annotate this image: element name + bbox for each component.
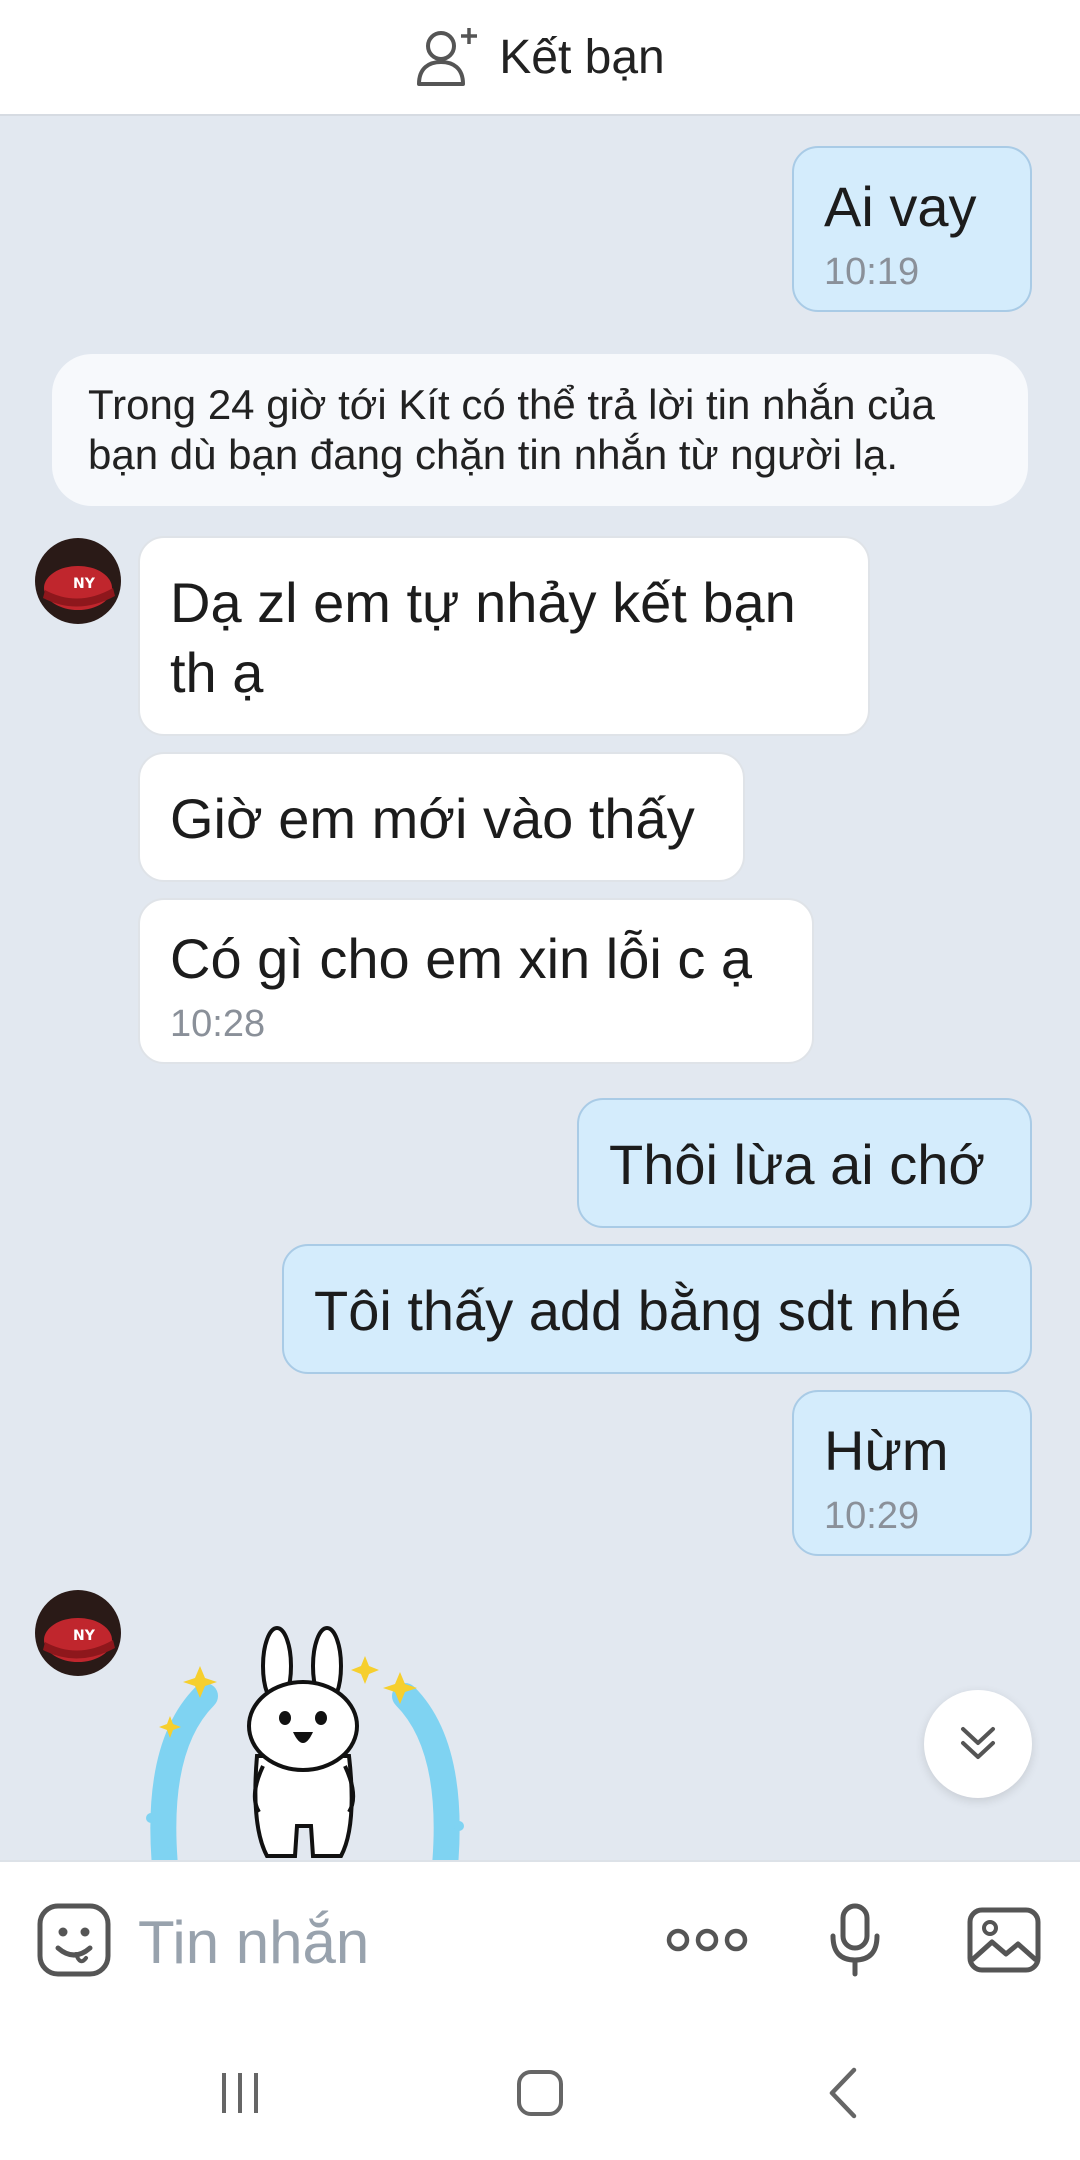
more-options-button[interactable]: [664, 1902, 750, 1982]
message-bubble[interactable]: Ai vay 10:19: [792, 146, 1032, 312]
header-bar: Kết bạn: [0, 0, 1080, 116]
emoji-sticker-button[interactable]: [34, 1902, 114, 1982]
message-text: Giờ em mới vào thấy: [170, 787, 695, 850]
recent-apps-button[interactable]: [200, 2060, 280, 2130]
add-friend-button[interactable]: Kết bạn: [415, 26, 665, 88]
crying-rabbit-sticker[interactable]: [145, 1626, 465, 1860]
svg-text:NY: NY: [73, 576, 96, 592]
message-bubble[interactable]: Thôi lừa ai chớ: [577, 1098, 1032, 1228]
message-bubble[interactable]: Tôi thấy add bằng sdt nhé: [282, 1244, 1032, 1374]
system-navigation-bar: [0, 2020, 1080, 2160]
message-text: Dạ zl em tự nhảy kết bạn th ạ: [170, 571, 796, 704]
home-button[interactable]: [500, 2060, 580, 2130]
message-bubble[interactable]: Giờ em mới vào thấy: [138, 752, 745, 882]
more-options-icon: [666, 1925, 748, 1960]
message-bubble[interactable]: Có gì cho em xin lỗi c ạ 10:28: [138, 898, 814, 1064]
message-time: 10:19: [824, 251, 920, 293]
message-text: Ai vay: [824, 175, 977, 238]
message-composer: Tin nhắn: [0, 1860, 1080, 2020]
emoji-sticker-icon: [36, 1902, 112, 1983]
back-button[interactable]: [804, 2060, 884, 2130]
stranger-notice: Trong 24 giờ tới Kít có thể trả lời tin …: [52, 354, 1028, 506]
add-friend-label: Kết bạn: [499, 30, 665, 84]
message-input[interactable]: Tin nhắn: [138, 1908, 369, 1978]
microphone-button[interactable]: [815, 1902, 895, 1982]
message-text: Tôi thấy add bằng sdt nhé: [314, 1279, 962, 1342]
add-person-icon: [415, 26, 481, 88]
image-gallery-button[interactable]: [964, 1902, 1044, 1982]
avatar[interactable]: NY: [35, 538, 121, 624]
double-chevron-down-icon: [955, 1719, 1001, 1770]
image-gallery-icon: [966, 1906, 1042, 1979]
message-text: Thôi lừa ai chớ: [609, 1133, 986, 1196]
message-bubble[interactable]: Hừm 10:29: [792, 1390, 1032, 1556]
svg-text:NY: NY: [73, 1628, 96, 1644]
recent-apps-icon: [216, 2069, 264, 2122]
microphone-icon: [827, 1902, 883, 1983]
home-icon: [515, 2068, 565, 2123]
avatar[interactable]: NY: [35, 1590, 121, 1676]
message-time: 10:29: [824, 1495, 920, 1537]
message-time: 10:28: [170, 1003, 266, 1045]
scroll-to-bottom-button[interactable]: [924, 1690, 1032, 1798]
message-text: Có gì cho em xin lỗi c ạ: [170, 927, 753, 990]
message-text: Hừm: [824, 1419, 949, 1482]
back-icon: [824, 2066, 864, 2125]
message-bubble[interactable]: Dạ zl em tự nhảy kết bạn th ạ: [138, 536, 870, 736]
chat-area[interactable]: Ai vay 10:19 Trong 24 giờ tới Kít có thể…: [0, 116, 1080, 1860]
